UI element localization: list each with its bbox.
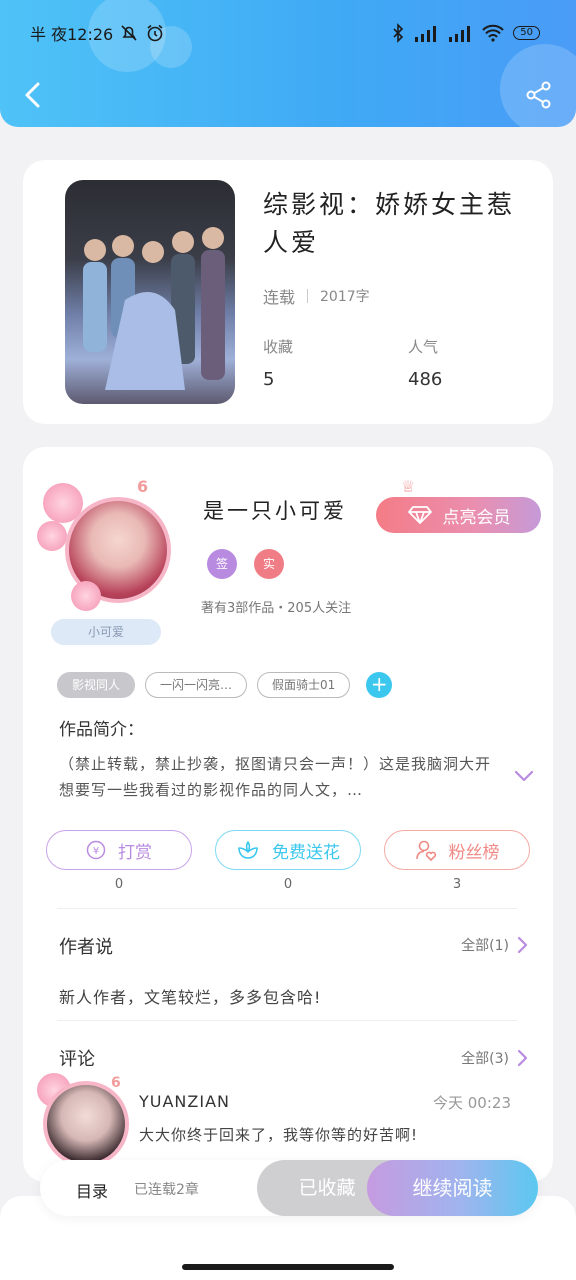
popularity-label: 人气: [408, 338, 439, 356]
fan-rank-button[interactable]: 粉丝榜: [384, 830, 530, 870]
tag-item[interactable]: 假面骑士01: [257, 672, 351, 698]
fan-rank-label: 粉丝榜: [448, 842, 500, 863]
favorites-stat: 收藏 5: [263, 336, 293, 390]
continue-reading-button[interactable]: 继续阅读: [367, 1160, 538, 1216]
crown-icon: ♕: [401, 477, 416, 496]
commenter-level-badge: 6: [111, 1075, 121, 1091]
bottom-action-bar: 目录 已连载2章 已收藏 继续阅读: [40, 1160, 538, 1216]
comments-title: 评论: [59, 1049, 95, 1070]
verified-badge: 实: [254, 549, 284, 579]
favorites-label: 收藏: [263, 338, 294, 356]
popularity-stat: 人气 486: [408, 336, 442, 390]
header: 半 夜12:26 50: [0, 0, 576, 127]
tip-count: 0: [114, 877, 124, 892]
author-say-title: 作者说: [59, 937, 113, 958]
word-count: 2017字: [320, 289, 370, 305]
svg-text:¥: ¥: [93, 846, 99, 857]
back-arrow-icon[interactable]: [20, 80, 48, 110]
serial-status: 连载: [263, 288, 296, 307]
comments-more-label: 全部(3): [461, 1051, 509, 1067]
author-card: 6 小可爱 是一只小可爱 ♕ 点亮会员 签 实 著有3部作品・205人关注 影视…: [23, 447, 553, 1182]
battery-indicator: 50: [513, 26, 540, 40]
share-icon[interactable]: [524, 80, 554, 110]
send-flower-label: 免费送花: [272, 842, 340, 863]
author-say-text: 新人作者，文笔较烂，多多包含哈!: [59, 988, 322, 1007]
signed-badge: 签: [207, 549, 237, 579]
expand-chevron-icon[interactable]: [513, 765, 535, 787]
table-of-contents-button[interactable]: 目录: [76, 1178, 108, 1202]
fan-count: 3: [452, 877, 462, 892]
status-bar: 半 夜12:26 50: [30, 20, 540, 46]
book-cover-image[interactable]: [65, 180, 235, 404]
book-title: 综影视：娇娇女主惹人爱: [263, 190, 516, 257]
comment-time: 今天 00:23: [433, 1094, 511, 1112]
wifi-icon: [482, 24, 504, 42]
divider: [307, 289, 309, 303]
author-say-more-link[interactable]: 全部(1): [461, 935, 529, 955]
home-indicator: [182, 1264, 394, 1270]
add-tag-button[interactable]: +: [366, 672, 393, 698]
mute-bell-icon: [121, 25, 137, 41]
favorites-value: 5: [263, 369, 275, 390]
comment-text: 大大你终于回来了，我等你等的好苦啊!: [139, 1126, 419, 1144]
intro-text: （禁止转载，禁止抄袭，抠图请只会一声！）这是我脑洞大开想要写一些我看过的影视作品…: [59, 755, 492, 799]
signal-hd-icon: [415, 26, 437, 42]
bluetooth-icon: [393, 23, 404, 43]
book-info-card: 综影视：娇娇女主惹人爱 连载 2017字 收藏 5 人气 486: [23, 160, 553, 424]
tag-item[interactable]: 一闪一闪亮…: [145, 672, 248, 698]
cover-figures-image: [83, 227, 225, 390]
tag-list: 影视同人 一闪一闪亮… 假面骑士01 +: [57, 672, 393, 698]
commenter-avatar[interactable]: [43, 1081, 129, 1167]
vip-button-label: 点亮会员: [442, 507, 511, 528]
tag-item[interactable]: 影视同人: [57, 672, 136, 698]
popularity-value: 486: [408, 369, 443, 390]
light-vip-button[interactable]: 点亮会员: [376, 497, 541, 533]
nickname-pill: 小可爱: [51, 619, 161, 645]
tip-button-label: 打赏: [118, 842, 152, 863]
author-say-more-label: 全部(1): [461, 938, 509, 954]
alarm-icon: [147, 24, 163, 42]
author-meta: 著有3部作品・205人关注: [201, 601, 352, 616]
divider: [57, 908, 517, 909]
flower-decor: [71, 581, 101, 611]
signal-hd-icon: [449, 26, 471, 42]
chevron-right-icon: [517, 1049, 528, 1067]
chevron-right-icon: [517, 936, 528, 954]
user-heart-icon: [415, 840, 436, 861]
comments-more-link[interactable]: 全部(3): [461, 1048, 529, 1068]
author-avatar-frame[interactable]: 6: [37, 477, 177, 617]
status-time: 半 夜12:26: [30, 25, 114, 44]
diamond-icon: [407, 506, 432, 524]
flower-decor: [37, 521, 67, 551]
book-status-line: 连载 2017字: [263, 284, 370, 308]
flower-count: 0: [283, 877, 293, 892]
divider: [57, 1020, 517, 1021]
chapter-count: 已连载2章: [134, 1182, 199, 1198]
coin-icon: ¥: [86, 840, 106, 860]
flower-icon: [238, 841, 258, 859]
author-name[interactable]: 是一只小可爱: [203, 495, 347, 525]
level-badge: 6: [137, 477, 149, 496]
intro-label: 作品简介：: [59, 720, 144, 740]
commenter-name[interactable]: YUANZIAN: [139, 1092, 230, 1111]
tip-button[interactable]: ¥ 打赏: [46, 830, 192, 870]
send-flower-button[interactable]: 免费送花: [215, 830, 361, 870]
